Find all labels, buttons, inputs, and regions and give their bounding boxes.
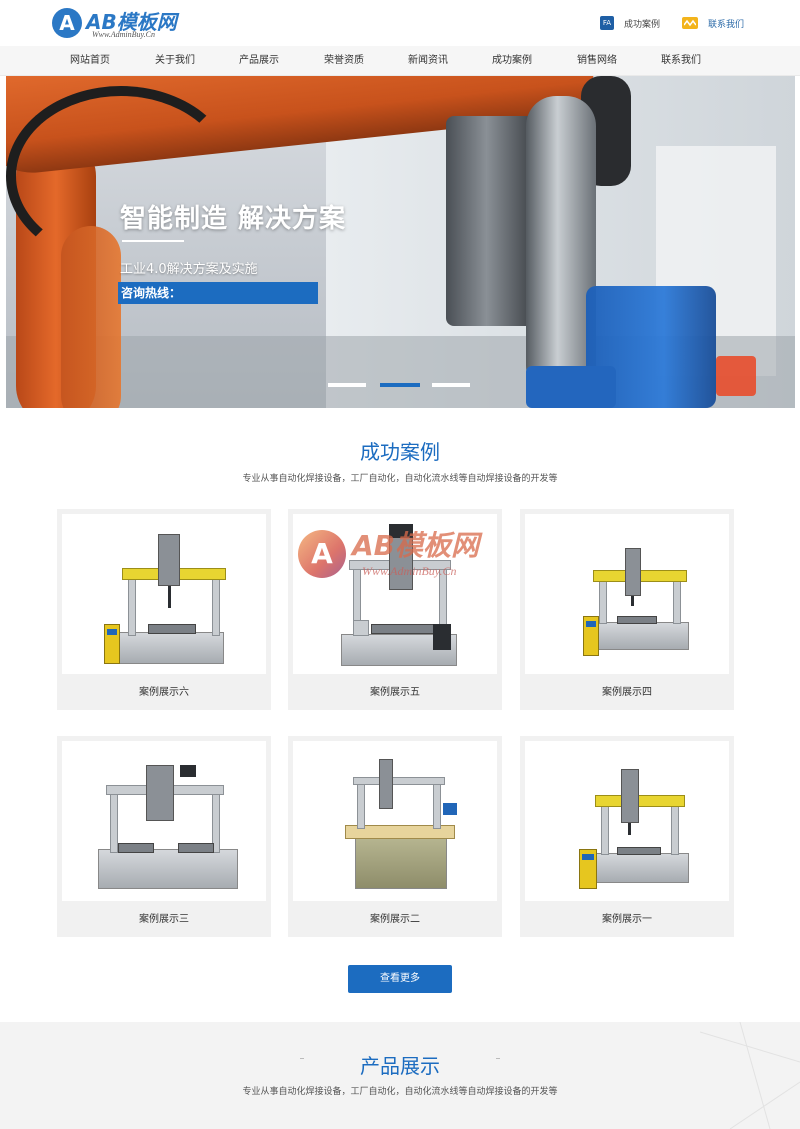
case-label: 案例展示六 xyxy=(139,687,189,698)
nav-item-about[interactable]: 关于我们 xyxy=(155,46,195,76)
top-link-cases[interactable]: FA 成功案例 xyxy=(599,16,660,30)
products-title: 产品展示 xyxy=(360,1054,440,1078)
case-image xyxy=(525,514,729,674)
watermark-url: Www.AdminBuy.Cn xyxy=(362,564,457,578)
case-label: 案例展示二 xyxy=(370,914,420,925)
cases-description: 专业从事自动化焊接设备，工厂自动化，自动化流水线等自动焊接设备的开发等 xyxy=(242,474,558,484)
nav-item-home[interactable]: 网站首页 xyxy=(70,46,110,76)
fa-icon: FA xyxy=(599,16,614,30)
case-card-1[interactable]: 案例展示一 xyxy=(520,736,734,937)
cases-title: 成功案例 xyxy=(360,440,440,464)
logo-mark: A xyxy=(52,8,82,38)
slide-dot-2[interactable] xyxy=(380,383,420,387)
watermark-logo: A AB模板网 Www.AdminBuy.Cn xyxy=(298,524,508,604)
case-label: 案例展示四 xyxy=(602,687,652,698)
nav-item-contact[interactable]: 联系我们 xyxy=(661,46,701,76)
case-image xyxy=(525,741,729,901)
case-label: 案例展示五 xyxy=(370,687,420,698)
main-nav: 网站首页 关于我们 产品展示 荣誉资质 新闻资讯 成功案例 销售网络 联系我们 xyxy=(0,46,800,76)
view-more-button[interactable]: 查看更多 xyxy=(348,965,452,993)
top-link-contact-label: 联系我们 xyxy=(707,19,744,30)
blue-robot-base xyxy=(526,366,616,408)
nav-item-products[interactable]: 产品展示 xyxy=(239,46,279,76)
logo-url: Www.AdminBuy.Cn xyxy=(92,30,155,39)
case-card-2[interactable]: 案例展示二 xyxy=(288,736,502,937)
robot-cable xyxy=(6,86,236,266)
wave-icon xyxy=(681,17,698,29)
slide-dot-1[interactable] xyxy=(328,383,366,387)
nav-item-honors[interactable]: 荣誉资质 xyxy=(324,46,364,76)
nav-item-news[interactable]: 新闻资讯 xyxy=(408,46,448,76)
case-card-3[interactable]: 案例展示三 xyxy=(57,736,271,937)
banner-hotline: 咨询热线： xyxy=(118,282,318,304)
site-logo[interactable]: A AB模板网 Www.AdminBuy.Cn xyxy=(52,8,192,40)
slide-dot-3[interactable] xyxy=(432,383,470,387)
top-links: FA 成功案例 联系我们 xyxy=(578,14,744,32)
red-equipment xyxy=(716,356,756,396)
site-header: A AB模板网 Www.AdminBuy.Cn FA 成功案例 联系我们 xyxy=(0,0,800,46)
case-image xyxy=(62,741,266,901)
case-label: 案例展示一 xyxy=(602,914,652,925)
hero-banner: 智能制造 解决方案 工业4.0解决方案及实施 咨询热线： xyxy=(6,76,795,408)
nav-item-cases[interactable]: 成功案例 xyxy=(492,46,532,76)
case-label: 案例展示三 xyxy=(139,914,189,925)
watermark-name: AB模板网 xyxy=(352,529,480,562)
robot-wrist xyxy=(446,116,536,326)
case-image xyxy=(293,741,497,901)
banner-subtitle: 工业4.0解决方案及实施 xyxy=(120,262,258,277)
top-link-contact[interactable]: 联系我们 xyxy=(681,17,744,30)
nav-item-sales[interactable]: 销售网络 xyxy=(577,46,617,76)
banner-title: 智能制造 解决方案 xyxy=(120,204,347,234)
case-card-6[interactable]: 案例展示六 xyxy=(57,509,271,710)
banner-title-underline xyxy=(122,240,184,242)
case-image xyxy=(62,514,266,674)
top-link-cases-label: 成功案例 xyxy=(623,19,660,30)
case-card-4[interactable]: 案例展示四 xyxy=(520,509,734,710)
watermark-mark: A xyxy=(298,530,346,578)
products-description: 专业从事自动化焊接设备，工厂自动化，自动化流水线等自动焊接设备的开发等 xyxy=(242,1087,558,1097)
